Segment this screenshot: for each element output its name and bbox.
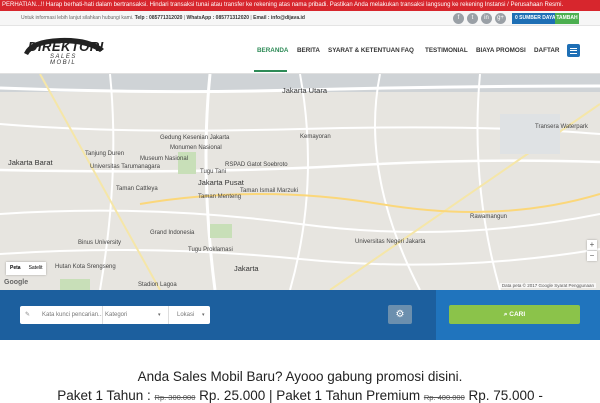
contact-email: Email : info@dijava.id [253,15,305,21]
map-label: Monumen Nasional [170,145,222,151]
nav-active-indicator [254,70,287,72]
site-logo[interactable]: DIREKTORI SALES MOBIL [20,35,106,66]
map-type-toggle: Peta Satelit [6,262,47,275]
map-label: Stadion Lagoa [138,282,177,288]
linkedin-icon[interactable]: in [481,13,492,24]
chevron-down-icon: ▾ [158,312,161,318]
nav-biaya-promosi[interactable]: BIAYA PROMOSI [476,47,526,54]
twitter-icon[interactable]: t [467,13,478,24]
facebook-icon[interactable]: f [453,13,464,24]
search-form: ✎ Kata kunci pencarian... Kategori ▾ Lok… [20,306,210,324]
contact-intro: Untuk informasi lebih lanjut silahkan hu… [21,15,134,21]
map-label: Jakarta Pusat [198,178,244,187]
logo-subtitle: SALES MOBIL [50,54,77,66]
map-roads [0,74,600,290]
contact-info-bar: Untuk informasi lebih lanjut silahkan hu… [0,11,600,26]
site-header: DIREKTORI SALES MOBIL BERANDA BERITA SYA… [0,26,600,74]
contact-whatsapp: WhatsApp : 085771312020 [186,15,250,21]
package-1-label: Paket 1 Tahun : [57,388,151,403]
map-label: Tanjung Duren [85,151,125,157]
map-label: Museum Nasional [140,156,189,162]
map-view[interactable]: Jakarta Utara Jakarta Barat Jakarta Pusa… [0,74,600,290]
map-label: Tugu Proklamasi [188,247,233,253]
keyword-input[interactable]: Kata kunci pencarian... [42,306,103,324]
map-type-peta[interactable]: Peta [6,262,25,275]
map-label: Gedung Kesenian Jakarta [160,135,230,141]
map-label: Universitas Tarumanagara [90,164,160,170]
warning-banner: PERHATIAN...!! Harap berhati-hati dalam … [0,0,600,11]
search-button-label: CARI [509,311,526,318]
map-label: Jakarta [234,264,259,273]
logo-title: DIREKTORI [28,39,104,54]
zoom-out-button[interactable]: − [587,251,597,261]
kategori-select[interactable]: Kategori [102,306,127,324]
contact-phone: Telp : 085771312020 [134,15,183,21]
map-label: Hutan Kota Srengseng [55,264,116,270]
nav-beranda[interactable]: BERANDA [257,47,289,54]
package-2-price: Rp. 75.000 - [468,388,543,403]
search-button[interactable]: ⌕ CARI [449,305,580,324]
map-label: Kemayoran [300,134,331,140]
nav-testimonial[interactable]: TESTIMONIAL [425,47,468,54]
advanced-search-gear-icon[interactable]: ⚙ [388,305,412,324]
package-1-old-price: Rp. 300.000 [154,393,196,402]
map-label: Taman Cattleya [116,186,158,192]
search-icon: ⌕ [503,311,508,318]
promo-headline: Anda Sales Mobil Baru? Ayooo gabung prom… [137,369,463,384]
map-label: Grand Indonesia [150,230,195,236]
package-2-label: Paket 1 Tahun Premium [276,388,421,403]
nav-berita[interactable]: BERITA [297,47,320,54]
lokasi-select[interactable]: Lokasi [168,306,194,324]
hamburger-menu-icon[interactable] [567,44,580,57]
map-attribution[interactable]: Data peta © 2017 Google Syarat Penggunaa… [499,283,596,288]
map-label: Binus University [78,240,122,246]
map-label: Taman Menteng [198,194,242,200]
price-separator: | [269,388,273,403]
map-label: Tugu Tani [200,169,227,175]
contact-info: Untuk informasi lebih lanjut silahkan hu… [21,15,305,21]
chevron-down-icon: ▾ [202,312,205,318]
sumber-daya-button[interactable]: 0 SUMBER DAYA [512,13,559,24]
map-label: RSPAD Gatot Soebroto [225,162,288,168]
map-label: Jakarta Barat [8,158,53,167]
map-label: Taman Ismail Marzuki [240,188,299,194]
map-label: Jakarta Utara [282,86,328,95]
package-2-old-price: Rp. 400.000 [423,393,465,402]
nav-faq[interactable]: FAQ [401,47,414,54]
nav-daftar[interactable]: DAFTAR [534,47,559,54]
google-logo: Google [4,279,29,286]
zoom-in-button[interactable]: + [587,240,597,250]
tambah-button[interactable]: TAMBAH [555,13,579,24]
search-bar: ✎ Kata kunci pencarian... Kategori ▾ Lok… [0,290,600,340]
promo-pricing: Paket 1 Tahun : Rp. 300.000 Rp. 25.000 |… [0,388,600,403]
map-label: Transera Waterpark [535,124,588,130]
nav-syarat-ketentuan[interactable]: SYARAT & KETENTUAN [328,47,400,54]
map-label: Universitas Negeri Jakarta [355,239,426,245]
googleplus-icon[interactable]: g+ [495,13,506,24]
map-label: Rawamangun [470,214,508,220]
map-type-satelit[interactable]: Satelit [25,262,47,275]
package-1-price: Rp. 25.000 [199,388,266,403]
pencil-icon: ✎ [25,312,31,318]
